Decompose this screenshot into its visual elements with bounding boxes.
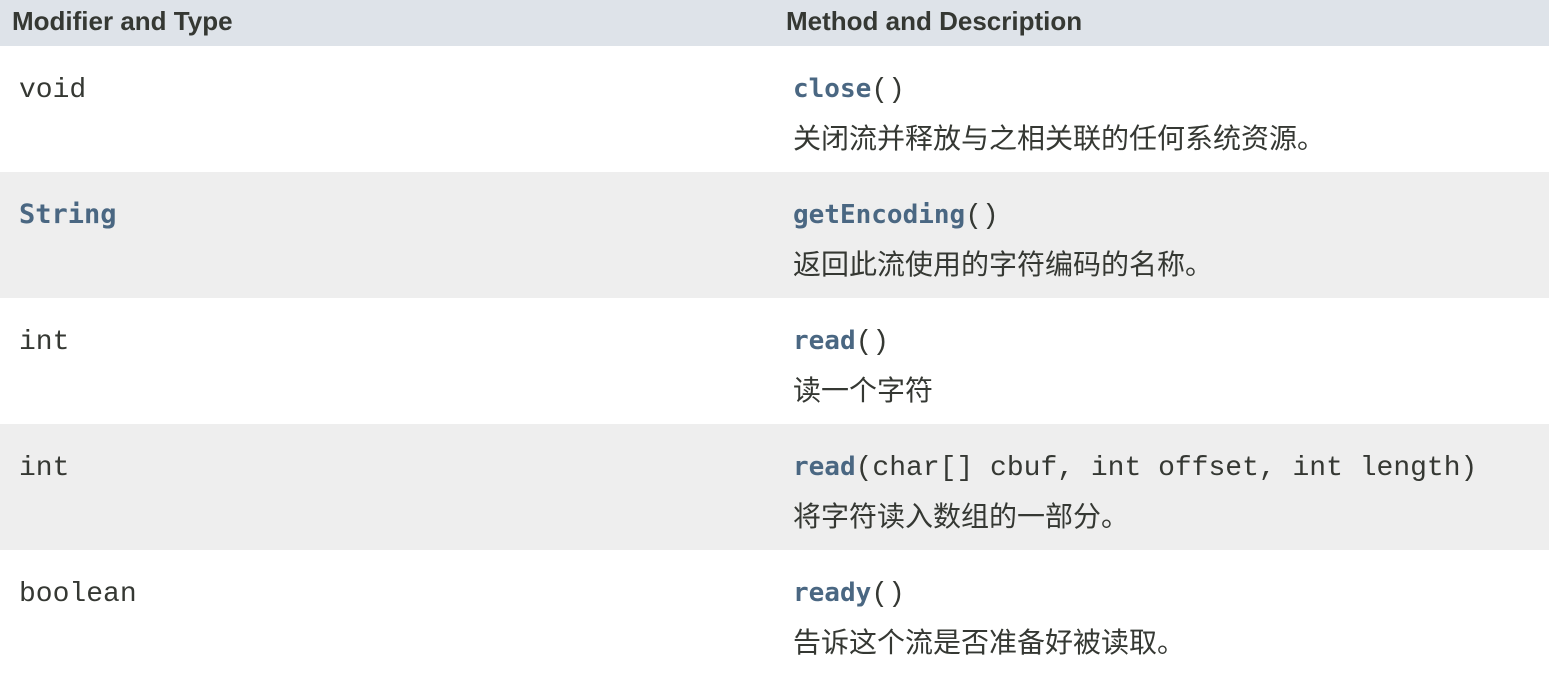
modifier-type-cell: int [0, 298, 778, 424]
header-modifier-and-type: Modifier and Type [0, 0, 778, 46]
method-link-get-encoding[interactable]: getEncoding [793, 200, 965, 230]
method-description-cell: read(char[] cbuf, int offset, int length… [778, 424, 1549, 550]
method-description-cell: ready() 告诉这个流是否准备好被读取。 [778, 550, 1549, 676]
method-description: 关闭流并释放与之相关联的任何系统资源。 [793, 122, 1326, 155]
method-description-cell: getEncoding() 返回此流使用的字符编码的名称。 [778, 172, 1549, 298]
modifier-type-cell: String [0, 172, 778, 298]
table-row: void close() 关闭流并释放与之相关联的任何系统资源。 [0, 46, 1549, 172]
method-signature: ready() [793, 574, 1549, 614]
method-params: () [871, 75, 905, 106]
method-description: 读一个字符 [793, 374, 934, 407]
modifier-type-cell: void [0, 46, 778, 172]
return-type-link-string[interactable]: String [19, 199, 117, 230]
table-header-row: Modifier and Type Method and Description [0, 0, 1549, 46]
return-type: boolean [19, 579, 137, 610]
method-params: () [965, 201, 999, 232]
method-signature: read() [793, 322, 1549, 362]
method-link-read[interactable]: read [793, 326, 856, 356]
table-row: boolean ready() 告诉这个流是否准备好被读取。 [0, 550, 1549, 676]
method-params: (char[] cbuf, int offset, int length) [855, 453, 1478, 484]
method-link-read-array[interactable]: read [793, 452, 856, 482]
method-description: 告诉这个流是否准备好被读取。 [793, 626, 1186, 659]
method-link-close[interactable]: close [793, 74, 871, 104]
method-description: 将字符读入数组的一部分。 [793, 500, 1130, 533]
method-signature: close() [793, 70, 1549, 110]
method-summary-table: Modifier and Type Method and Description… [0, 0, 1549, 676]
header-method-and-description: Method and Description [778, 0, 1549, 46]
table-row: int read() 读一个字符 [0, 298, 1549, 424]
modifier-type-cell: boolean [0, 550, 778, 676]
method-description-cell: close() 关闭流并释放与之相关联的任何系统资源。 [778, 46, 1549, 172]
method-params: () [855, 327, 890, 358]
table-row: int read(char[] cbuf, int offset, int le… [0, 424, 1549, 550]
method-description: 返回此流使用的字符编码的名称。 [793, 248, 1214, 281]
return-type: int [19, 327, 70, 358]
method-description-cell: read() 读一个字符 [778, 298, 1549, 424]
method-signature: getEncoding() [793, 196, 1549, 236]
return-type: int [19, 453, 70, 484]
return-type: void [19, 75, 87, 106]
table-row: String getEncoding() 返回此流使用的字符编码的名称。 [0, 172, 1549, 298]
method-params: () [871, 579, 905, 610]
method-signature: read(char[] cbuf, int offset, int length… [793, 448, 1549, 488]
modifier-type-cell: int [0, 424, 778, 550]
method-link-ready[interactable]: ready [793, 578, 871, 608]
